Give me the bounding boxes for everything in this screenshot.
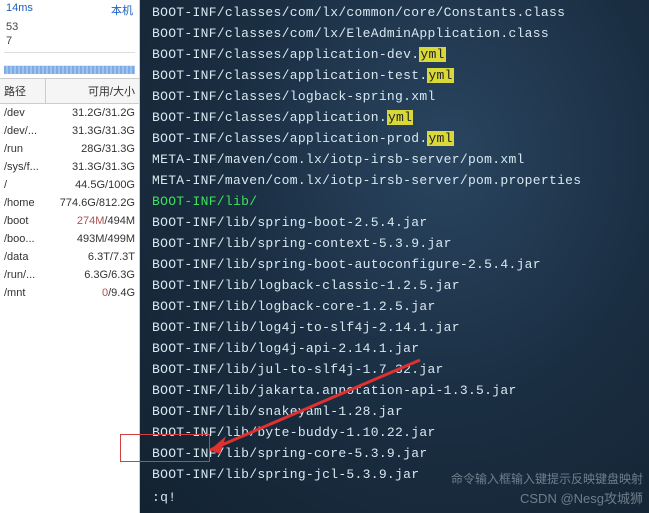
header-path[interactable]: 路径 (0, 79, 46, 103)
stats-row: 14ms 本机 (0, 0, 139, 20)
command-highlight-box (120, 434, 210, 462)
disk-path: /home (4, 197, 46, 209)
disk-path: /data (4, 251, 46, 263)
disk-row[interactable]: /home774.6G/812.2G (0, 194, 139, 212)
search-highlight: yml (419, 47, 445, 62)
terminal-line: BOOT-INF/lib/byte-buddy-1.10.22.jar (152, 422, 637, 443)
search-highlight: yml (387, 110, 413, 125)
disk-path: /run (4, 143, 46, 155)
disk-size: 6.3G/6.3G (46, 269, 135, 281)
dir-entry: BOOT-INF/lib/ (152, 194, 257, 209)
terminal-line: BOOT-INF/lib/spring-boot-autoconfigure-2… (152, 254, 637, 275)
disk-table-header: 路径 可用/大小 (0, 78, 139, 104)
terminal-line: BOOT-INF/lib/spring-core-5.3.9.jar (152, 443, 637, 464)
terminal-line: BOOT-INF/lib/ (152, 191, 637, 212)
disk-path: /sys/f... (4, 161, 46, 173)
terminal-panel[interactable]: BOOT-INF/classes/com/lx/common/core/Cons… (140, 0, 649, 513)
stat-n2: 7 (6, 34, 133, 48)
disk-table-body: /dev31.2G/31.2G/dev/...31.3G/31.3G/run28… (0, 104, 139, 302)
disk-size: 0/9.4G (46, 287, 135, 299)
terminal-line: BOOT-INF/lib/log4j-api-2.14.1.jar (152, 338, 637, 359)
disk-row[interactable]: /data6.3T/7.3T (0, 248, 139, 266)
host-label: 本机 (111, 2, 133, 18)
disk-row[interactable]: /dev31.2G/31.2G (0, 104, 139, 122)
disk-size: 774.6G/812.2G (46, 197, 135, 209)
terminal-line: BOOT-INF/classes/application-prod.yml (152, 128, 637, 149)
terminal-line: BOOT-INF/lib/logback-classic-1.2.5.jar (152, 275, 637, 296)
disk-row[interactable]: /run28G/31.3G (0, 140, 139, 158)
terminal-line: BOOT-INF/classes/application.yml (152, 107, 637, 128)
search-highlight: yml (427, 131, 453, 146)
disk-row[interactable]: /dev/...31.3G/31.3G (0, 122, 139, 140)
search-highlight: yml (427, 68, 453, 83)
disk-path: /mnt (4, 287, 46, 299)
terminal-line: BOOT-INF/classes/com/lx/EleAdminApplicat… (152, 23, 637, 44)
disk-path: / (4, 179, 46, 191)
terminal-line: BOOT-INF/classes/logback-spring.xml (152, 86, 637, 107)
terminal-line: BOOT-INF/lib/spring-context-5.3.9.jar (152, 233, 637, 254)
disk-row[interactable]: /mnt0/9.4G (0, 284, 139, 302)
sparkline-chart (4, 52, 135, 74)
latency-value: 14ms (6, 2, 33, 18)
terminal-line: BOOT-INF/lib/log4j-to-slf4j-2.14.1.jar (152, 317, 637, 338)
terminal-line: BOOT-INF/classes/com/lx/common/core/Cons… (152, 2, 637, 23)
disk-size: 28G/31.3G (46, 143, 135, 155)
disk-path: /boot (4, 215, 46, 227)
disk-path: /dev/... (4, 125, 46, 137)
disk-size: 274M/494M (46, 215, 135, 227)
stat-n1: 53 (6, 20, 133, 34)
stats-numbers: 53 7 (0, 20, 139, 52)
left-sidebar: 14ms 本机 53 7 路径 可用/大小 /dev31.2G/31.2G/de… (0, 0, 140, 513)
terminal-line: BOOT-INF/lib/snakeyaml-1.28.jar (152, 401, 637, 422)
disk-row[interactable]: /boo...493M/499M (0, 230, 139, 248)
terminal-line: BOOT-INF/lib/logback-core-1.2.5.jar (152, 296, 637, 317)
terminal-line: BOOT-INF/classes/application-dev.yml (152, 44, 637, 65)
disk-row[interactable]: /44.5G/100G (0, 176, 139, 194)
disk-path: /dev (4, 107, 46, 119)
disk-row[interactable]: /boot274M/494M (0, 212, 139, 230)
disk-path: /boo... (4, 233, 46, 245)
watermark-text: CSDN @Nesg攻城狮 (520, 488, 643, 507)
disk-size: 31.2G/31.2G (46, 107, 135, 119)
disk-size: 493M/499M (46, 233, 135, 245)
disk-path: /run/... (4, 269, 46, 281)
disk-size: 31.3G/31.3G (46, 161, 135, 173)
hint-text: 命令输入框输入键提示反映键盘映射 (445, 468, 649, 489)
disk-row[interactable]: /sys/f...31.3G/31.3G (0, 158, 139, 176)
disk-row[interactable]: /run/...6.3G/6.3G (0, 266, 139, 284)
terminal-line: BOOT-INF/lib/jul-to-slf4j-1.7.32.jar (152, 359, 637, 380)
terminal-line: BOOT-INF/classes/application-test.yml (152, 65, 637, 86)
disk-size: 31.3G/31.3G (46, 125, 135, 137)
terminal-line: META-INF/maven/com.lx/iotp-irsb-server/p… (152, 149, 637, 170)
disk-size: 6.3T/7.3T (46, 251, 135, 263)
terminal-line: BOOT-INF/lib/spring-boot-2.5.4.jar (152, 212, 637, 233)
terminal-line: META-INF/maven/com.lx/iotp-irsb-server/p… (152, 170, 637, 191)
header-size[interactable]: 可用/大小 (46, 79, 139, 103)
terminal-line: BOOT-INF/lib/jakarta.annotation-api-1.3.… (152, 380, 637, 401)
disk-size: 44.5G/100G (46, 179, 135, 191)
